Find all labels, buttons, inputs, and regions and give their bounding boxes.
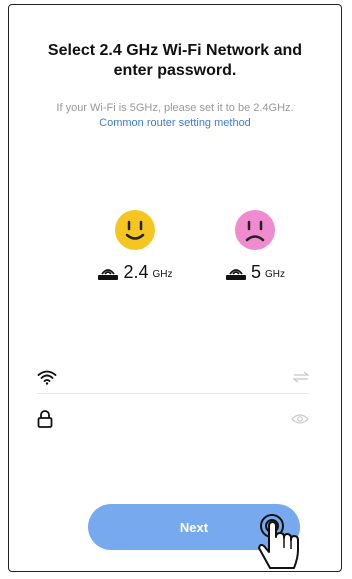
- lock-icon: [37, 410, 53, 428]
- sad-face-icon: [235, 210, 275, 250]
- wifi-icon: [37, 370, 57, 385]
- wifi-name-input[interactable]: [67, 368, 283, 386]
- band-unit: GHz: [265, 269, 285, 280]
- router-icon: [98, 269, 119, 280]
- subtitle: If your Wi-Fi is 5GHz, please set it to …: [56, 102, 294, 114]
- eye-icon[interactable]: [291, 413, 309, 425]
- smiley-face-icon: [115, 210, 155, 250]
- page-title: Select 2.4 GHz Wi-Fi Network and enter p…: [47, 42, 303, 79]
- switch-network-icon[interactable]: [293, 371, 309, 383]
- wifi-name-field[interactable]: [37, 361, 309, 394]
- band-5ghz: 5 GHz: [195, 209, 315, 281]
- band-value: 5: [250, 262, 261, 282]
- password-field[interactable]: [37, 403, 309, 435]
- pointing-hand-icon: [258, 514, 299, 569]
- band-value: 2.4: [123, 262, 149, 282]
- router-icon: [225, 269, 246, 280]
- router-setting-link[interactable]: Common router setting method: [19, 116, 331, 130]
- password-input[interactable]: [63, 410, 281, 428]
- band-unit: GHz: [152, 269, 173, 280]
- band-2-4ghz: 2.4 GHz: [75, 209, 195, 281]
- phone-screen: Select 2.4 GHz Wi-Fi Network and enter p…: [8, 4, 342, 572]
